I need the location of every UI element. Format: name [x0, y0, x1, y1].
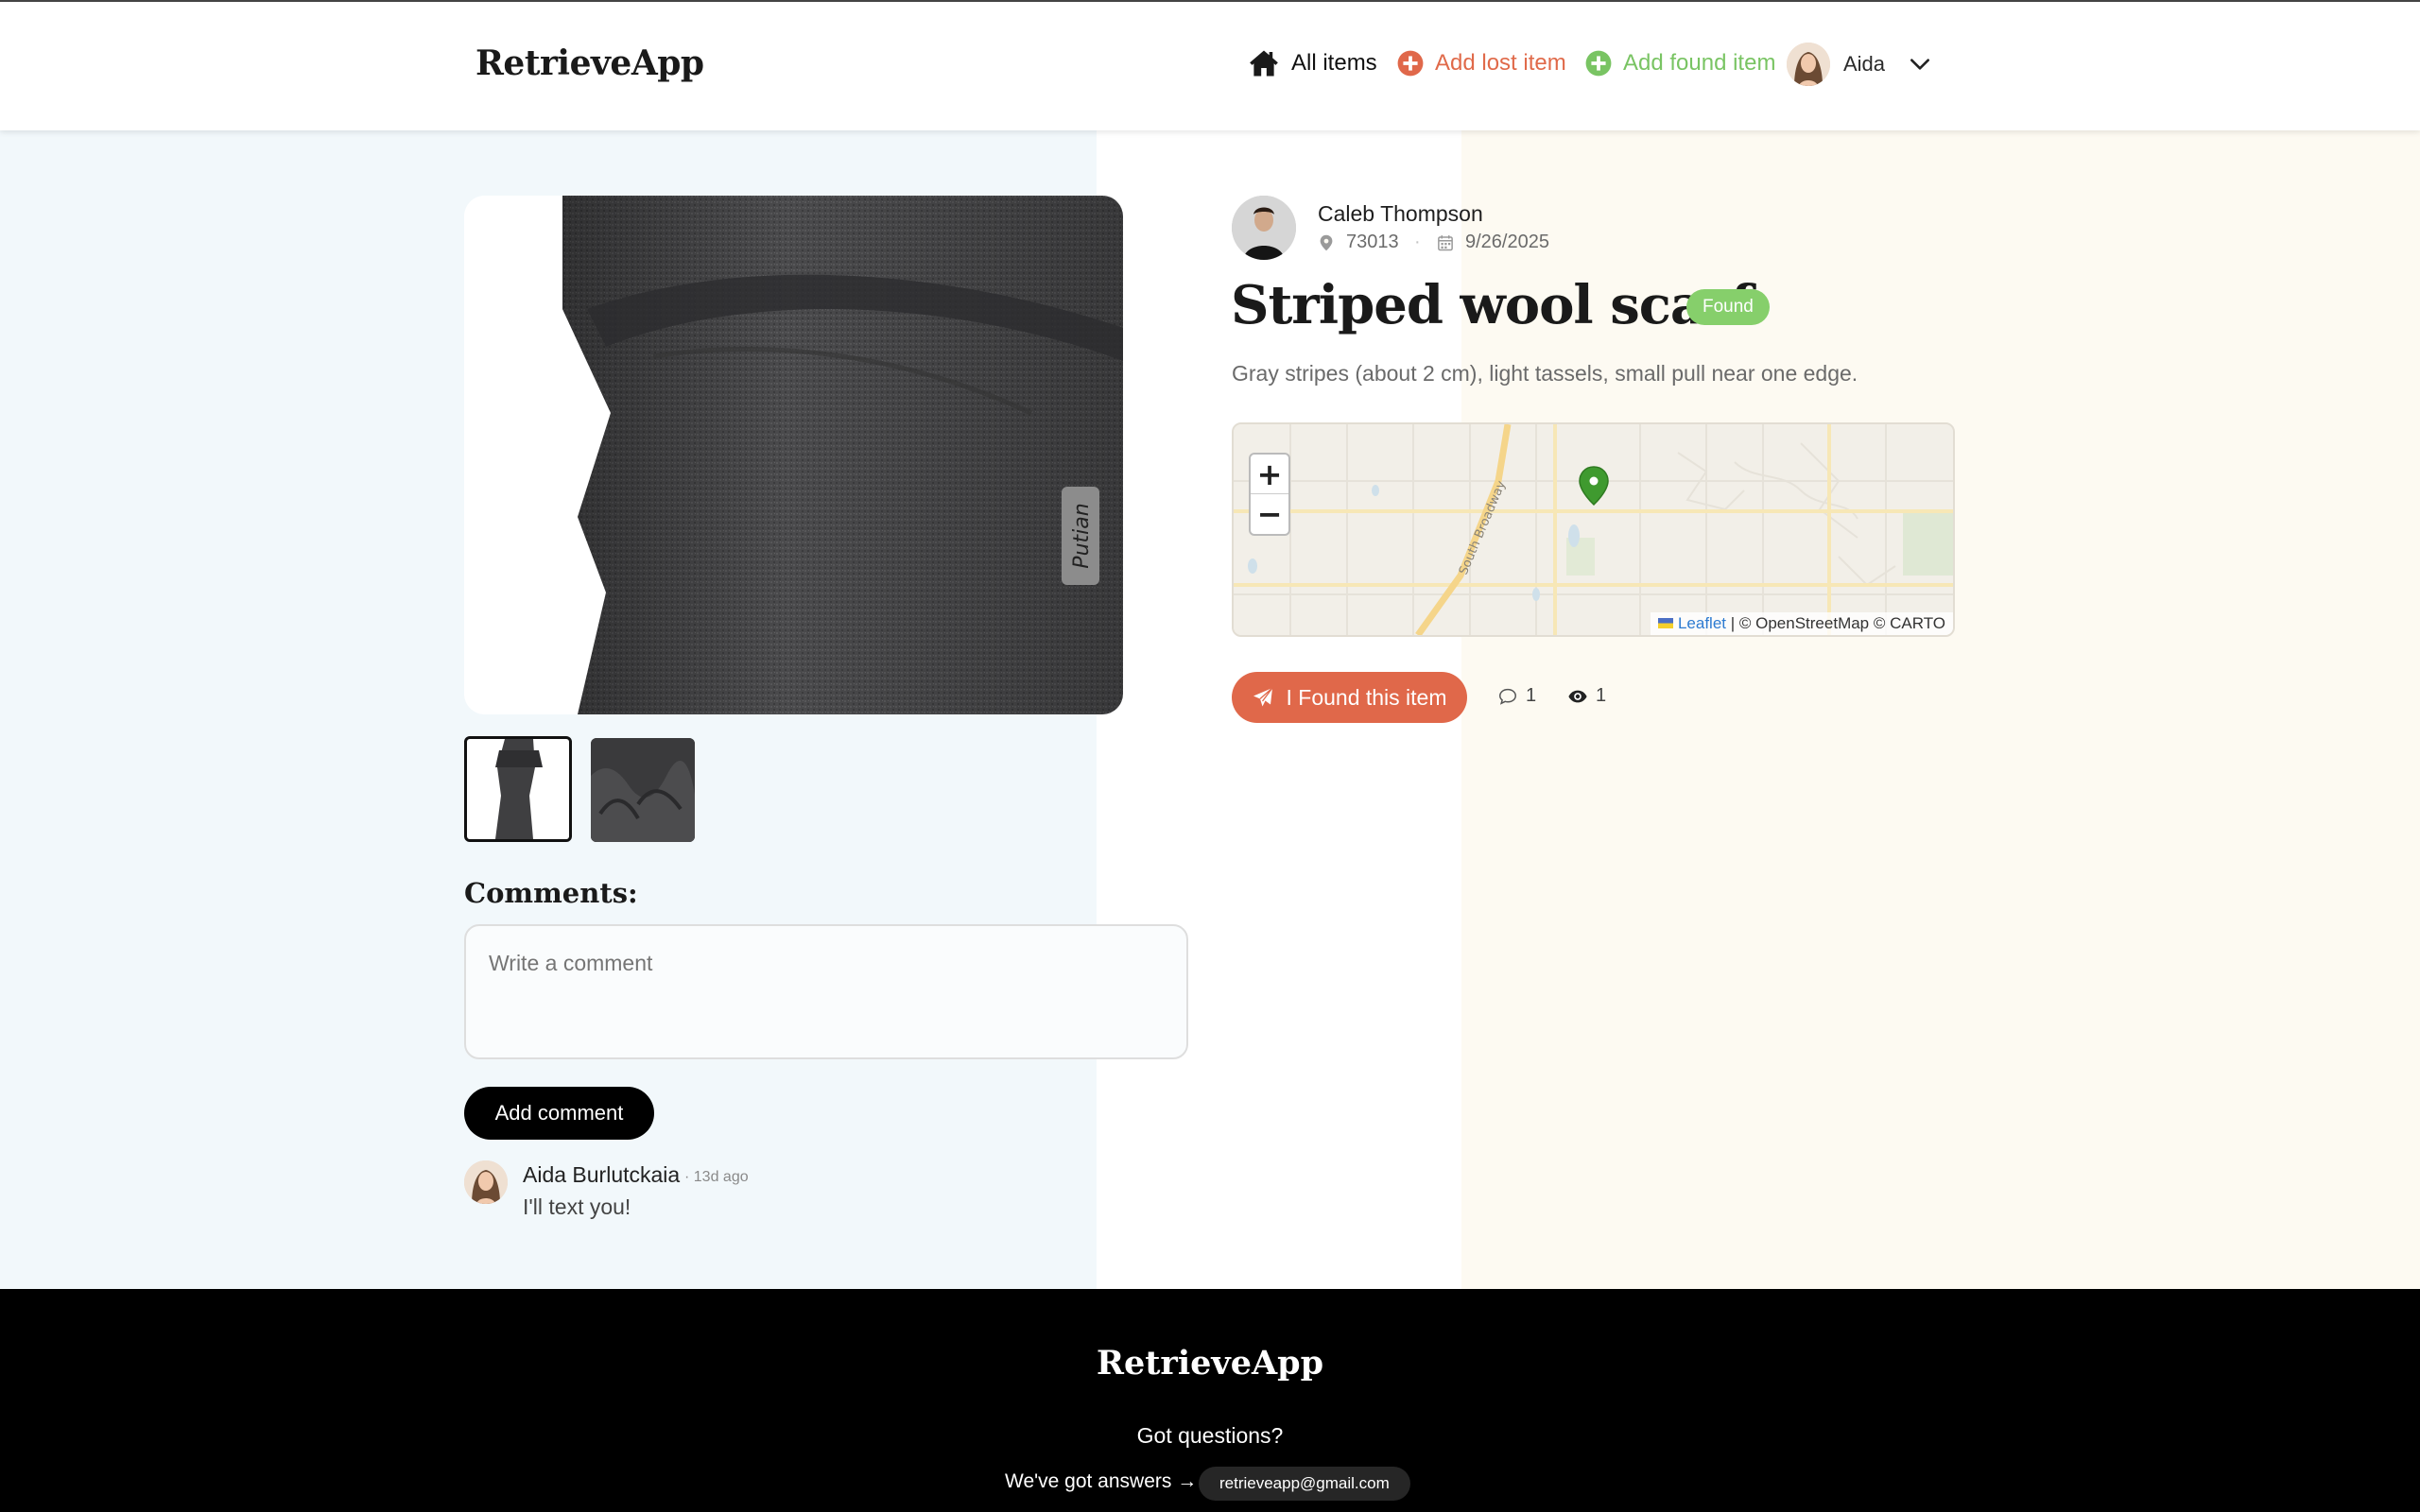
comment-count: 1: [1497, 685, 1536, 707]
leaflet-link[interactable]: Leaflet: [1678, 614, 1726, 633]
user-name: Aida: [1843, 52, 1886, 76]
item-zip: 73013: [1346, 232, 1399, 252]
zoom-in-button[interactable]: +: [1251, 455, 1288, 494]
footer-question: Got questions?: [1136, 1423, 1284, 1448]
comment-author-name[interactable]: Aida Burlutckaia: [523, 1162, 680, 1188]
nav-add-lost-item[interactable]: Add lost item: [1397, 47, 1566, 79]
top-navbar: RetrieveApp All items Add lost item Add …: [0, 0, 2420, 130]
chevron-down-icon[interactable]: [1908, 52, 1932, 77]
scarf-tag-label: Putian: [1070, 503, 1094, 568]
user-menu[interactable]: Aida: [1787, 43, 1932, 86]
poster-name[interactable]: Caleb Thompson: [1318, 201, 1483, 227]
nav-add-found-label: Add found item: [1623, 50, 1776, 76]
location-map[interactable]: South Broadway + − Leaflet | © OpenStree…: [1232, 422, 1955, 637]
view-count-value: 1: [1596, 685, 1607, 706]
comment-count-value: 1: [1526, 685, 1537, 706]
thumbnail-2[interactable]: [591, 738, 695, 842]
comment-bubble-icon: [1499, 688, 1516, 705]
map-tiles: South Broadway: [1234, 424, 1953, 635]
item-description: Gray stripes (about 2 cm), light tassels…: [1232, 361, 1858, 386]
view-count: 1: [1567, 685, 1606, 707]
eye-icon: [1568, 690, 1587, 702]
plus-circle-icon: [1397, 50, 1424, 77]
item-location: 73013: [1318, 232, 1399, 253]
comment-author-avatar[interactable]: [464, 1160, 508, 1204]
app-logo[interactable]: RetrieveApp: [475, 43, 704, 83]
footer-email-link[interactable]: retrieveapp@gmail.com: [1199, 1467, 1410, 1501]
item-date-value: 9/26/2025: [1465, 232, 1549, 252]
comment-timestamp: · 13d ago: [684, 1169, 749, 1185]
map-attribution-text: | © OpenStreetMap © CARTO: [1726, 613, 1945, 632]
footer: RetrieveApp Got questions? We've got ans…: [0, 1289, 2420, 1512]
comment-input[interactable]: [464, 924, 1188, 1059]
footer-answers: We've got answers →: [1005, 1470, 1198, 1492]
plus-circle-icon: [1585, 50, 1612, 77]
map-attribution: Leaflet | © OpenStreetMap © CARTO: [1650, 612, 1953, 635]
poster-avatar[interactable]: [1232, 196, 1296, 260]
ukraine-flag-icon: [1657, 618, 1673, 628]
add-comment-button[interactable]: Add comment: [464, 1087, 654, 1140]
comment-text: I'll text you!: [523, 1194, 631, 1219]
item-date: 9/26/2025: [1437, 232, 1549, 253]
thumbnail-1[interactable]: [464, 736, 572, 842]
nav-all-items[interactable]: All items: [1248, 47, 1377, 79]
meta-separator: ·: [1414, 232, 1421, 252]
i-found-this-item-label: I Found this item: [1286, 684, 1447, 710]
footer-logo[interactable]: RetrieveApp: [0, 1344, 2420, 1383]
nav-add-found-item[interactable]: Add found item: [1585, 47, 1775, 79]
location-pin-icon: [1320, 234, 1333, 250]
comments-heading: Comments:: [464, 877, 638, 909]
status-badge: Found: [1686, 289, 1770, 325]
nav-all-items-label: All items: [1291, 50, 1377, 76]
photo-thumbnails: [464, 736, 714, 842]
home-icon: [1250, 50, 1278, 77]
map-zoom-control: + −: [1249, 453, 1290, 536]
zoom-out-button[interactable]: −: [1251, 494, 1288, 534]
calendar-icon: [1438, 234, 1453, 250]
user-avatar: [1787, 43, 1830, 86]
item-title: Striped wool scarf: [1231, 274, 1754, 336]
i-found-this-item-button[interactable]: I Found this item: [1232, 672, 1467, 723]
item-main-photo[interactable]: Putian: [464, 196, 1123, 714]
nav-add-lost-label: Add lost item: [1435, 50, 1566, 76]
paper-plane-icon: [1253, 687, 1274, 707]
